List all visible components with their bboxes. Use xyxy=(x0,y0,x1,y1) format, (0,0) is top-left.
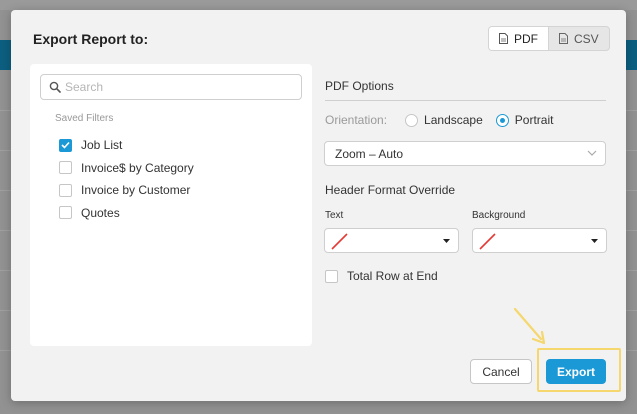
caret-down-icon xyxy=(443,239,450,243)
text-color-label: Text xyxy=(325,210,344,221)
filter-label: Invoice by Customer xyxy=(81,183,191,198)
chevron-down-icon xyxy=(587,150,597,156)
landscape-radio[interactable] xyxy=(405,113,419,127)
filter-item-invoice-by-customer[interactable]: Invoice by Customer xyxy=(59,179,194,202)
search-box xyxy=(40,74,302,100)
csv-format-button[interactable]: CSV xyxy=(548,27,609,50)
pdf-format-label: PDF xyxy=(514,31,538,46)
pdf-options-title: PDF Options xyxy=(325,79,394,93)
background-toolbar xyxy=(0,0,637,10)
csv-file-icon xyxy=(559,33,568,44)
text-color-picker[interactable] xyxy=(324,228,459,253)
pointer-arrow-icon xyxy=(513,307,546,345)
total-row-label: Total Row at End xyxy=(347,269,438,283)
background-color-picker[interactable] xyxy=(472,228,607,253)
pdf-file-icon xyxy=(499,33,508,44)
section-divider xyxy=(325,100,606,101)
filter-label: Job List xyxy=(81,138,123,153)
zoom-value: Zoom – Auto xyxy=(335,146,404,161)
filter-label: Invoice$ by Category xyxy=(81,160,194,175)
dialog-title: Export Report to: xyxy=(33,31,149,47)
total-row-checkbox[interactable] xyxy=(325,269,338,283)
cancel-button[interactable]: Cancel xyxy=(470,359,532,384)
csv-format-label: CSV xyxy=(574,31,599,46)
export-button[interactable]: Export xyxy=(546,359,606,384)
checkbox-invoice-by-customer[interactable] xyxy=(59,183,72,197)
orientation-row: Orientation: Landscape Portrait xyxy=(325,113,566,127)
landscape-label: Landscape xyxy=(424,113,483,127)
format-toggle: PDF CSV xyxy=(488,26,610,51)
no-color-swatch-icon xyxy=(479,233,496,250)
portrait-radio[interactable] xyxy=(495,113,509,127)
checkmark-icon xyxy=(61,142,70,149)
export-report-dialog: Export Report to: PDF CSV Saved Filters xyxy=(11,10,626,401)
saved-filters-label: Saved Filters xyxy=(55,113,114,124)
filter-label: Quotes xyxy=(81,205,120,220)
pdf-format-button[interactable]: PDF xyxy=(489,27,548,50)
filter-item-invoice-by-category[interactable]: Invoice$ by Category xyxy=(59,157,194,180)
total-row-option[interactable]: Total Row at End xyxy=(325,269,438,283)
checkbox-invoice-by-category[interactable] xyxy=(59,161,72,175)
caret-down-icon xyxy=(591,239,598,243)
zoom-select[interactable]: Zoom – Auto xyxy=(324,141,606,166)
saved-filters-panel: Saved Filters Job List Invoice$ by Categ… xyxy=(30,64,312,346)
search-input[interactable] xyxy=(65,80,285,94)
header-format-override-title: Header Format Override xyxy=(325,183,456,197)
checkbox-job-list[interactable] xyxy=(59,138,72,152)
checkbox-quotes[interactable] xyxy=(59,206,72,220)
no-color-swatch-icon xyxy=(331,233,348,250)
portrait-label: Portrait xyxy=(514,113,554,127)
orientation-label: Orientation: xyxy=(325,113,388,127)
background-color-label: Background xyxy=(472,210,526,221)
filter-item-job-list[interactable]: Job List xyxy=(59,134,194,157)
search-icon xyxy=(49,81,61,93)
saved-filters-list: Job List Invoice$ by Category Invoice by… xyxy=(59,134,194,224)
filter-item-quotes[interactable]: Quotes xyxy=(59,202,194,225)
